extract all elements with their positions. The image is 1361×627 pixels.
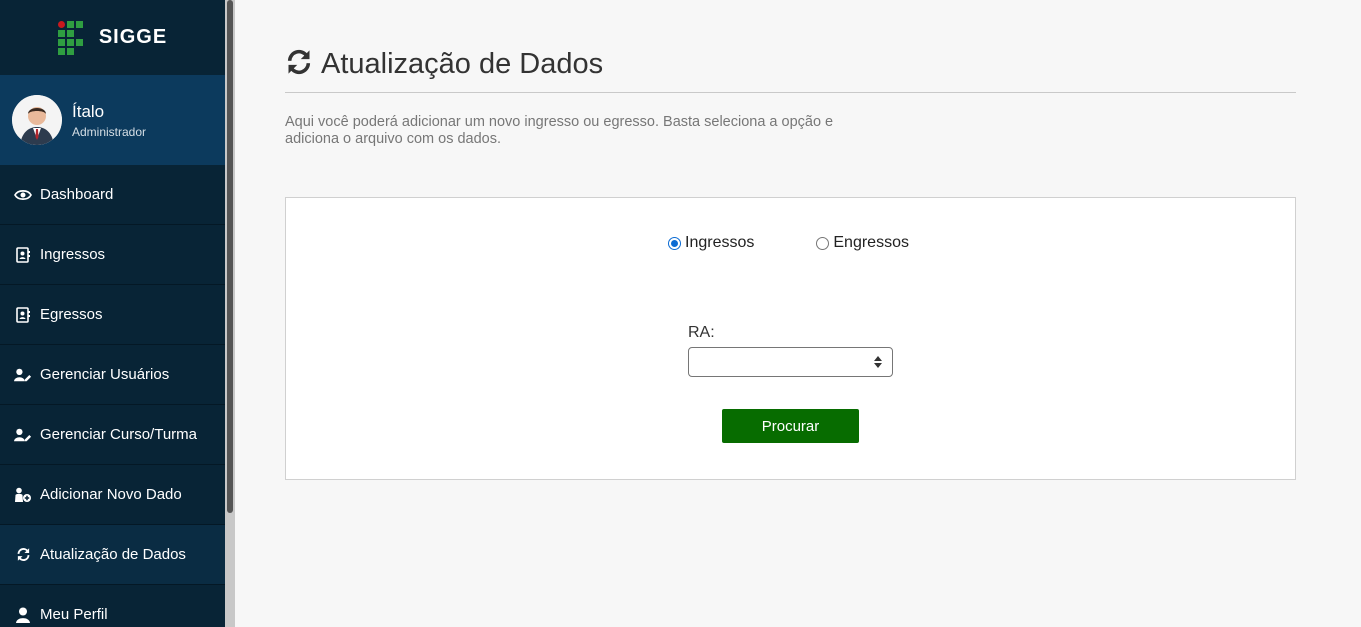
- sidebar-nav: Dashboard Ingressos Egressos Gerenciar U…: [0, 165, 225, 627]
- page-description: Aqui você poderá adicionar um novo ingre…: [285, 114, 834, 147]
- radio-ingressos[interactable]: Ingressos: [668, 234, 754, 252]
- sidebar-item-meu-perfil[interactable]: Meu Perfil: [0, 585, 225, 627]
- sidebar-item-label: Dashboard: [40, 186, 114, 203]
- page-title-text: Atualização de Dados: [321, 48, 604, 80]
- contact-card-icon: [14, 246, 32, 264]
- sidebar-scrollbar[interactable]: [225, 0, 235, 627]
- sync-icon: [285, 48, 313, 81]
- user-add-icon: [14, 486, 32, 504]
- sidebar-item-ingressos[interactable]: Ingressos: [0, 225, 225, 285]
- sidebar-item-dashboard[interactable]: Dashboard: [0, 165, 225, 225]
- page-title: Atualização de Dados: [285, 48, 603, 81]
- sidebar-item-label: Egressos: [40, 306, 103, 323]
- radio-engressos[interactable]: Engressos: [816, 234, 909, 252]
- sidebar-item-egressos[interactable]: Egressos: [0, 285, 225, 345]
- user-name: Ítalo: [72, 101, 105, 121]
- sidebar-item-label: Gerenciar Usuários: [40, 366, 170, 383]
- sidebar-item-gerenciar-curso-turma[interactable]: Gerenciar Curso/Turma: [0, 405, 225, 465]
- title-divider: [285, 92, 1296, 93]
- sidebar-item-label: Adicionar Novo Dado: [40, 486, 182, 503]
- sidebar-item-atualizacao-de-dados[interactable]: Atualização de Dados: [0, 525, 225, 585]
- sidebar-item-gerenciar-usuarios[interactable]: Gerenciar Usuários: [0, 345, 225, 405]
- sidebar: SIGGE Ítalo Administrador Dashboard Ingr…: [0, 0, 225, 627]
- user-card: Ítalo Administrador: [0, 75, 225, 165]
- eye-icon: [14, 186, 32, 204]
- search-card: Ingressos Engressos RA: Procurar: [285, 197, 1296, 480]
- sidebar-item-label: Ingressos: [40, 246, 106, 263]
- brand[interactable]: SIGGE: [0, 0, 225, 75]
- user-edit-icon: [14, 426, 32, 444]
- user-icon: [14, 606, 32, 624]
- search-button[interactable]: Procurar: [722, 409, 859, 443]
- radio-button-checked[interactable]: [668, 236, 681, 250]
- scrollbar-thumb[interactable]: [227, 0, 233, 513]
- ra-label: RA:: [688, 324, 715, 341]
- brand-name: SIGGE: [98, 26, 168, 48]
- if-logo-icon: [57, 20, 83, 55]
- sidebar-item-adicionar-novo-dado[interactable]: Adicionar Novo Dado: [0, 465, 225, 525]
- ra-number-input[interactable]: [688, 347, 893, 377]
- radio-label: Engressos: [833, 234, 909, 251]
- avatar: [12, 95, 62, 145]
- radio-button[interactable]: [816, 236, 830, 250]
- spinner-arrows-icon[interactable]: [874, 356, 882, 368]
- sidebar-item-label: Gerenciar Curso/Turma: [40, 426, 197, 443]
- user-edit-icon: [14, 366, 32, 384]
- user-role: Administrador: [72, 124, 147, 139]
- sync-icon: [14, 546, 32, 564]
- sidebar-item-label: Meu Perfil: [40, 606, 108, 623]
- sidebar-item-label: Atualização de Dados: [40, 546, 186, 563]
- type-radio-group: Ingressos Engressos: [668, 234, 909, 252]
- main-content: Atualização de Dados Aqui você poderá ad…: [235, 0, 1361, 627]
- radio-label: Ingressos: [685, 234, 755, 251]
- contact-card-icon: [14, 306, 32, 324]
